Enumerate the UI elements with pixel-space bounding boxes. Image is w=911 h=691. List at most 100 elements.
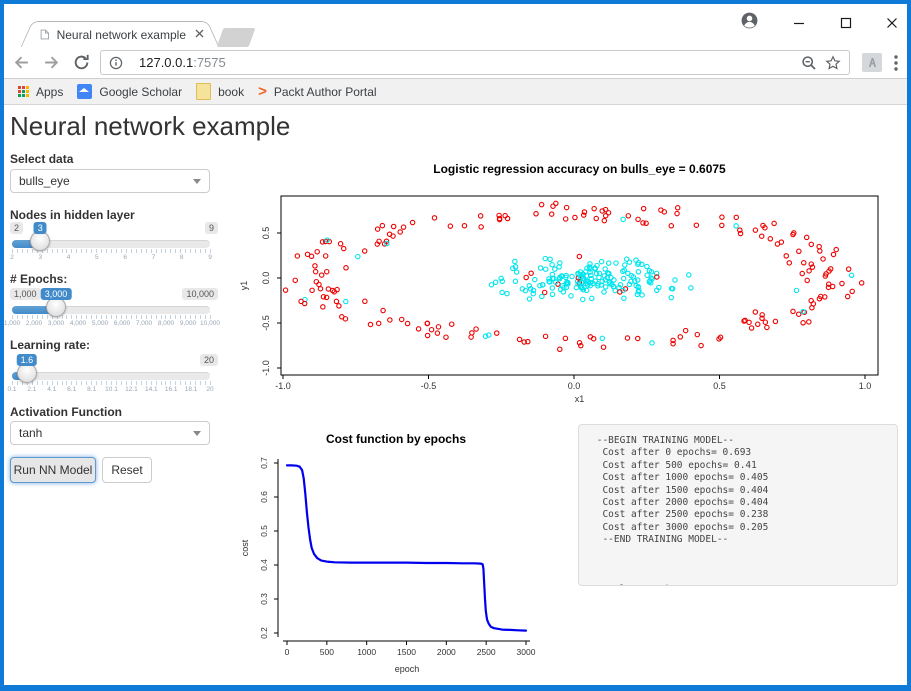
browser-toolbar: 127.0.0.1:7575	[4, 47, 907, 79]
svg-text:epoch: epoch	[395, 664, 420, 674]
epochs-slider[interactable]: 1,000 10,000 3,000 1,0002,0003,0004,0005…	[10, 288, 220, 332]
profile-avatar-icon[interactable]	[738, 9, 760, 31]
slider-value-badge: 1.6	[17, 354, 38, 366]
slider-tick	[156, 315, 157, 319]
slider-tick	[111, 249, 112, 253]
slider-handle[interactable]	[30, 231, 50, 251]
slider-tick-label: 20	[206, 386, 213, 393]
slider-tick	[52, 381, 53, 385]
bookmarks-bar: Apps Google Scholar book > Packt Author …	[4, 79, 907, 105]
svg-text:2000: 2000	[437, 647, 456, 657]
svg-text:3000: 3000	[517, 647, 536, 657]
scholar-icon	[77, 84, 92, 99]
slider-handle[interactable]	[46, 297, 66, 317]
svg-text:0.4: 0.4	[259, 559, 269, 571]
url-port: :7575	[193, 55, 226, 70]
slider-tick	[180, 315, 181, 319]
slider-tick	[151, 249, 152, 253]
minimize-button[interactable]	[788, 12, 810, 34]
bookmark-packt[interactable]: > Packt Author Portal	[258, 84, 377, 99]
slider-tick	[66, 249, 67, 253]
slider-track[interactable]	[12, 306, 210, 314]
forward-icon[interactable]	[38, 50, 64, 76]
chevron-down-icon	[193, 431, 201, 436]
slider-tick	[161, 249, 162, 253]
slider-tick-label: 8	[180, 254, 184, 261]
run-model-button[interactable]: Run NN Model	[10, 457, 96, 483]
scatter-points-group	[283, 201, 864, 351]
slider-tick	[62, 381, 63, 385]
slider-tick	[42, 381, 43, 385]
book-icon	[196, 83, 211, 100]
bookmark-book[interactable]: book	[196, 83, 244, 100]
svg-text:0.5: 0.5	[259, 525, 269, 537]
slider-tick-label: 7	[152, 254, 156, 261]
slider-tick	[96, 315, 97, 319]
browser-tab[interactable]: Neural network example	[32, 21, 208, 48]
slider-tick	[47, 249, 48, 253]
slider-tick	[136, 381, 137, 385]
activation-select[interactable]: tanh	[10, 421, 210, 445]
browser-window: Neural network example	[0, 0, 911, 691]
slider-tick-label: 7,000	[136, 320, 152, 327]
slider-tick-label: 10,000	[200, 320, 220, 327]
pdf-extension-icon[interactable]	[862, 53, 882, 72]
slider-tick	[121, 381, 122, 385]
slider-tick	[101, 315, 102, 319]
zoom-icon[interactable]	[801, 55, 817, 71]
slider-tick	[136, 315, 137, 319]
slider-tick	[71, 381, 72, 385]
maximize-button[interactable]	[835, 12, 857, 34]
slider-tick	[195, 381, 196, 385]
slider-tick	[76, 381, 77, 385]
slider-tick	[62, 249, 63, 253]
slider-tick	[22, 249, 23, 253]
refresh-icon[interactable]	[68, 50, 94, 76]
slider-tick	[210, 315, 211, 319]
slider-tick	[47, 315, 48, 319]
svg-text:500: 500	[320, 647, 334, 657]
bookmark-google-scholar[interactable]: Google Scholar	[77, 84, 182, 99]
bookmark-apps[interactable]: Apps	[18, 85, 63, 99]
slider-tick	[141, 249, 142, 253]
slider-tick	[195, 249, 196, 253]
slider-tick	[91, 315, 92, 319]
slider-tick	[62, 315, 63, 319]
new-tab-button[interactable]	[217, 28, 256, 47]
dataset-select[interactable]: bulls_eye	[10, 169, 210, 193]
slider-tick-label: 4.1	[47, 386, 56, 393]
slider-tick	[126, 315, 127, 319]
svg-text:0.7: 0.7	[259, 457, 269, 469]
bookmark-star-icon[interactable]	[825, 55, 841, 71]
svg-text:x1: x1	[575, 394, 585, 404]
nodes-slider[interactable]: 2 9 3 23456789	[10, 222, 220, 266]
slider-tick	[131, 381, 132, 385]
reset-button[interactable]: Reset	[102, 457, 152, 483]
title-bar: Neural network example	[4, 4, 907, 48]
chevron-down-icon	[193, 179, 201, 184]
slider-track[interactable]	[12, 372, 210, 380]
slider-tick	[210, 381, 211, 385]
learning-rate-slider[interactable]: 20 1.6 0.12.14.16.18.110.112.114.116.118…	[10, 354, 220, 398]
slider-handle[interactable]	[17, 363, 37, 383]
url-text[interactable]: 127.0.0.1:7575	[139, 55, 226, 70]
slider-tick	[190, 249, 191, 253]
menu-icon[interactable]	[894, 55, 898, 71]
slider-tick	[12, 249, 13, 253]
slider-tick	[81, 381, 82, 385]
slider-tick-label: 0.1	[7, 386, 16, 393]
close-button[interactable]	[881, 12, 903, 34]
slider-tick	[81, 315, 82, 319]
slider-tick	[161, 381, 162, 385]
slider-tick	[76, 315, 77, 319]
url-host: 127.0.0.1	[139, 55, 193, 70]
address-bar[interactable]: 127.0.0.1:7575	[100, 50, 850, 75]
back-icon[interactable]	[8, 50, 34, 76]
slider-tick	[22, 315, 23, 319]
tab-close-icon[interactable]	[193, 27, 206, 43]
slider-tick	[106, 315, 107, 319]
site-info-icon[interactable]	[109, 56, 123, 70]
slider-tick	[146, 249, 147, 253]
slider-tick	[141, 315, 142, 319]
slider-tick	[170, 315, 171, 319]
